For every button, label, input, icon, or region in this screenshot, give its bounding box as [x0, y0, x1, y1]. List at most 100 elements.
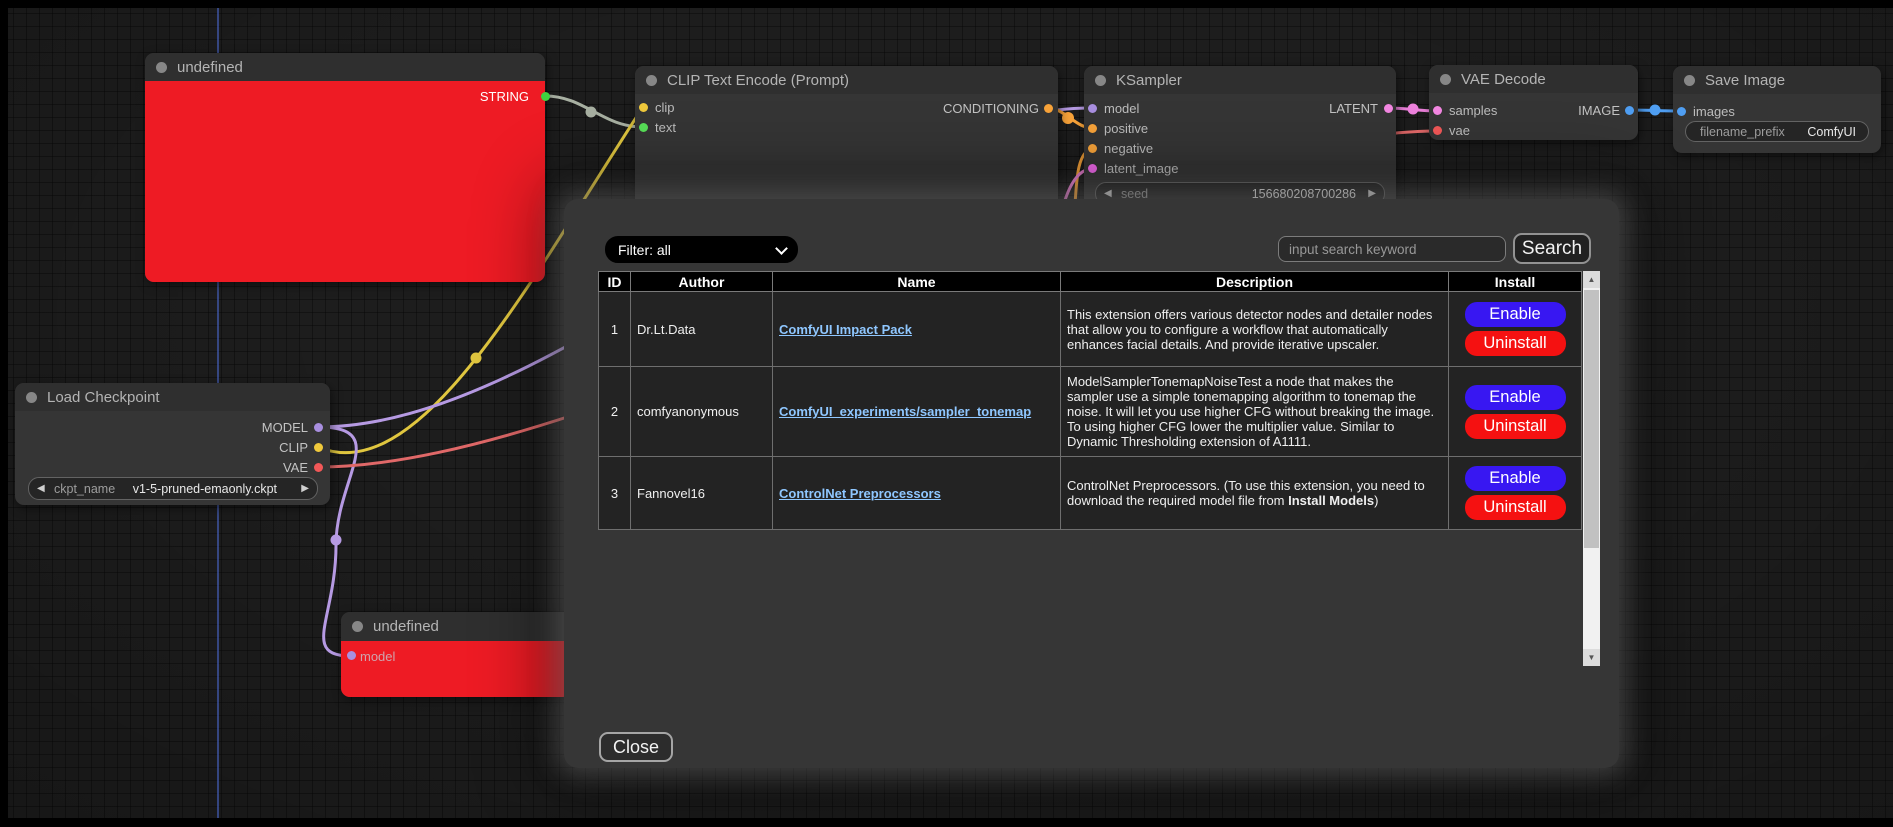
port-vae-input[interactable] — [1433, 126, 1442, 135]
enable-button[interactable]: Enable — [1465, 302, 1566, 327]
scroll-down-button[interactable]: ▼ — [1583, 649, 1600, 666]
extension-link[interactable]: ControlNet Preprocessors — [779, 486, 941, 501]
port-clip-output[interactable] — [314, 443, 323, 452]
port-clip-label: clip — [655, 101, 675, 114]
wire-dot-string[interactable] — [586, 107, 597, 118]
port-clip-out-label: CLIP — [279, 441, 308, 454]
node-collapse-dot-icon[interactable] — [646, 75, 657, 86]
port-conditioning-output[interactable] — [1044, 104, 1053, 113]
port-negative-label: negative — [1104, 142, 1153, 155]
uninstall-button[interactable]: Uninstall — [1465, 495, 1566, 520]
search-input[interactable] — [1278, 236, 1506, 262]
canvas-border-top — [0, 0, 1893, 8]
row-description: ControlNet Preprocessors. (To use this e… — [1061, 457, 1449, 530]
node-collapse-dot-icon[interactable] — [1684, 75, 1695, 86]
header-install: Install — [1449, 272, 1582, 292]
enable-button[interactable]: Enable — [1465, 466, 1566, 491]
node-title: undefined — [373, 618, 439, 635]
port-samples-input[interactable] — [1433, 106, 1442, 115]
node-undefined-bottom[interactable]: undefined model — [341, 612, 571, 697]
port-string-output[interactable] — [541, 92, 550, 101]
wire-dot-model[interactable] — [331, 535, 342, 546]
node-undefined-top[interactable]: undefined STRING — [145, 53, 545, 282]
scrollbar-thumb[interactable] — [1584, 290, 1599, 548]
port-model-input[interactable] — [347, 651, 356, 660]
node-collapse-dot-icon[interactable] — [156, 62, 167, 73]
node-save-image[interactable]: Save Image images filename_prefix ComfyU… — [1673, 66, 1881, 153]
port-image-label: IMAGE — [1578, 104, 1620, 117]
row-install-cell: Enable Uninstall — [1449, 367, 1582, 457]
port-clip-input[interactable] — [639, 103, 648, 112]
node-collapse-dot-icon[interactable] — [1440, 74, 1451, 85]
node-titlebar[interactable]: Load Checkpoint — [15, 383, 330, 411]
port-images-input[interactable] — [1677, 107, 1686, 116]
search-button[interactable]: Search — [1513, 233, 1591, 264]
port-image-output[interactable] — [1625, 106, 1634, 115]
uninstall-button[interactable]: Uninstall — [1465, 414, 1566, 439]
node-titlebar[interactable]: undefined — [341, 612, 571, 641]
table-scrollbar[interactable]: ▲ ▼ — [1583, 271, 1600, 666]
node-collapse-dot-icon[interactable] — [352, 621, 363, 632]
node-titlebar[interactable]: Save Image — [1673, 66, 1881, 94]
node-title: Save Image — [1705, 72, 1785, 89]
header-description: Description — [1061, 272, 1449, 292]
port-model-input[interactable] — [1088, 104, 1097, 113]
row-id: 3 — [599, 457, 631, 530]
node-load-checkpoint[interactable]: Load Checkpoint MODEL CLIP VAE ◀ ckpt_na… — [15, 383, 330, 505]
increment-arrow-icon[interactable]: ▶ — [301, 482, 309, 495]
filename-prefix-widget[interactable]: filename_prefix ComfyUI — [1685, 121, 1869, 142]
port-model-output[interactable] — [314, 423, 323, 432]
row-install-cell: Enable Uninstall — [1449, 292, 1582, 367]
scroll-up-button[interactable]: ▲ — [1583, 271, 1600, 288]
node-collapse-dot-icon[interactable] — [26, 392, 37, 403]
manager-extension-dialog: Filter: all Search ID Author Name Descri… — [564, 199, 1619, 768]
node-vae-decode[interactable]: VAE Decode samples vae IMAGE — [1429, 65, 1638, 140]
filter-select[interactable]: Filter: all — [605, 236, 798, 263]
table-row: 3 Fannovel16 ControlNet Preprocessors Co… — [599, 457, 1582, 530]
port-negative-input[interactable] — [1088, 144, 1097, 153]
node-titlebar[interactable]: KSampler — [1084, 66, 1396, 94]
filename-prefix-value: ComfyUI — [1807, 125, 1856, 139]
ckpt-name-widget[interactable]: ◀ ckpt_name v1-5-pruned-emaonly.ckpt ▶ — [28, 477, 318, 500]
wire-dot-conditioning[interactable] — [1062, 112, 1074, 124]
canvas-border-bottom — [0, 818, 1893, 827]
wire-dot-image[interactable] — [1650, 105, 1661, 116]
node-title: Load Checkpoint — [47, 389, 160, 406]
port-text-input[interactable] — [639, 123, 648, 132]
header-id: ID — [599, 272, 631, 292]
wire-dot-latent[interactable] — [1408, 104, 1419, 115]
port-positive-label: positive — [1104, 122, 1148, 135]
close-button[interactable]: Close — [599, 732, 673, 762]
uninstall-button[interactable]: Uninstall — [1465, 331, 1566, 356]
port-vae-label: vae — [1449, 124, 1470, 137]
node-collapse-dot-icon[interactable] — [1095, 75, 1106, 86]
port-samples-label: samples — [1449, 104, 1497, 117]
enable-button[interactable]: Enable — [1465, 385, 1566, 410]
port-model-out-label: MODEL — [262, 421, 308, 434]
port-latent-output[interactable] — [1384, 104, 1393, 113]
filter-dropdown: Filter: all — [605, 236, 798, 263]
port-model-label: model — [1104, 102, 1139, 115]
port-vae-output[interactable] — [314, 463, 323, 472]
extension-link[interactable]: ComfyUI Impact Pack — [779, 322, 912, 337]
row-name: ControlNet Preprocessors — [773, 457, 1061, 530]
node-error-body: model — [341, 641, 571, 697]
node-titlebar[interactable]: undefined — [145, 53, 545, 81]
filename-prefix-label: filename_prefix — [1700, 125, 1785, 139]
header-author: Author — [631, 272, 773, 292]
node-title: undefined — [177, 59, 243, 76]
decrement-arrow-icon[interactable]: ◀ — [37, 482, 45, 495]
port-latent-image-input[interactable] — [1088, 164, 1097, 173]
table-row: 1 Dr.Lt.Data ComfyUI Impact Pack This ex… — [599, 292, 1582, 367]
extension-link[interactable]: ComfyUI_experiments/sampler_tonemap — [779, 404, 1031, 419]
port-positive-input[interactable] — [1088, 124, 1097, 133]
ckpt-name-label: ckpt_name — [54, 482, 115, 496]
row-id: 1 — [599, 292, 631, 367]
node-title: VAE Decode — [1461, 71, 1546, 88]
node-titlebar[interactable]: CLIP Text Encode (Prompt) — [635, 66, 1058, 94]
node-title: CLIP Text Encode (Prompt) — [667, 72, 849, 89]
node-titlebar[interactable]: VAE Decode — [1429, 65, 1638, 93]
canvas-border-left — [0, 0, 8, 827]
row-name: ComfyUI_experiments/sampler_tonemap — [773, 367, 1061, 457]
wire-dot-clip[interactable] — [471, 353, 482, 364]
